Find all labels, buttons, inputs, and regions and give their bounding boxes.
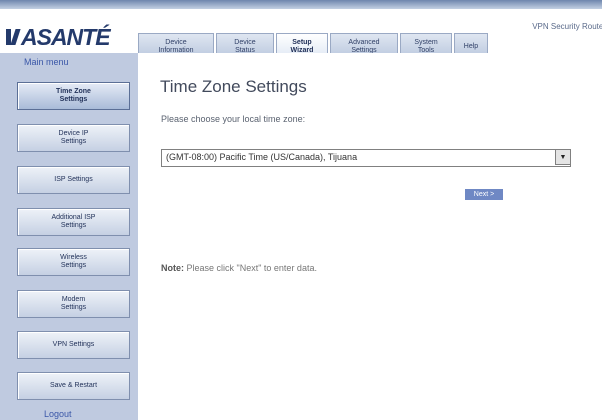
next-button[interactable]: Next > [465, 189, 503, 200]
sidebar-item-save-restart[interactable]: Save & Restart [17, 372, 130, 400]
sidebar-item-modem-settings[interactable]: Modem Settings [17, 290, 130, 318]
sidebar-item-vpn-settings[interactable]: VPN Settings [17, 331, 130, 359]
sidebar-item-time-zone-settings[interactable]: Time Zone Settings [17, 82, 130, 110]
top-strip [0, 0, 602, 9]
timezone-select[interactable]: (GMT-08:00) Pacific Time (US/Canada), Ti… [161, 149, 571, 167]
chevron-down-icon[interactable]: ▼ [555, 150, 570, 165]
main-menu-title: Main menu [24, 57, 69, 67]
sidebar-item-additional-isp-settings[interactable]: Additional ISP Settings [17, 208, 130, 236]
sidebar-item-isp-settings[interactable]: ISP Settings [17, 166, 130, 194]
sidebar-item-wireless-settings[interactable]: Wireless Settings [17, 248, 130, 276]
note-text: Note: Please click "Next" to enter data. [161, 263, 317, 273]
product-name: VPN Security Router [532, 22, 602, 31]
timezone-prompt: Please choose your local time zone: [161, 114, 306, 124]
asante-logo: ASANTÉ [6, 23, 111, 50]
sidebar-item-device-ip-settings[interactable]: Device IP Settings [17, 124, 130, 152]
timezone-selected-value: (GMT-08:00) Pacific Time (US/Canada), Ti… [166, 152, 358, 162]
header: ASANTÉ VPN Security Router Device Inform… [0, 9, 602, 61]
main-content: Time Zone Settings Please choose your lo… [138, 53, 602, 420]
sidebar: Main menu Time Zone Settings Device IP S… [0, 53, 138, 420]
page-title: Time Zone Settings [160, 77, 307, 96]
note-label: Note: [161, 263, 184, 273]
logo-text: ASANTÉ [21, 23, 111, 50]
note-message: Please click "Next" to enter data. [184, 263, 317, 273]
logout-link[interactable]: Logout [44, 409, 72, 419]
logo-mark-icon [6, 29, 18, 45]
